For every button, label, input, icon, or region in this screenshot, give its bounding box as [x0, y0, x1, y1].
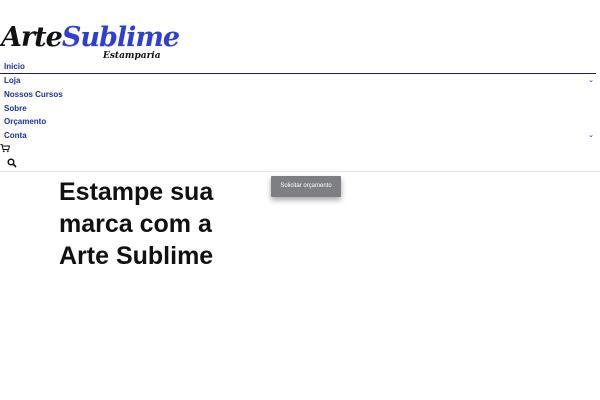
hero-title-line: Estampe sua	[59, 178, 214, 206]
request-quote-button[interactable]: Solicitar orçamento	[271, 176, 341, 197]
nav-item-label[interactable]: Loja	[4, 75, 20, 87]
hero-title: Estampe sua marca com a Arte Sublime	[59, 176, 259, 272]
nav-item-nossos-cursos[interactable]: Nossos Cursos	[0, 89, 600, 103]
hero-title-line: Arte Sublime	[59, 242, 214, 270]
nav-item-label[interactable]: Orçamento	[4, 116, 46, 128]
search-icon[interactable]	[7, 158, 17, 168]
nav-item-inicio[interactable]: Inicio	[0, 61, 600, 75]
chevron-down-icon[interactable]: ⌄	[588, 132, 594, 140]
nav-item-sobre[interactable]: Sobre	[0, 103, 600, 117]
nav-item-orcamento[interactable]: Orçamento	[0, 116, 600, 130]
nav-item-label[interactable]: Sobre	[4, 103, 27, 115]
site-logo[interactable]: ArteSublime Estamparia	[0, 22, 180, 64]
nav-item-label[interactable]: Nossos Cursos	[4, 89, 63, 101]
cart-icon[interactable]	[0, 143, 10, 153]
nav-item-label[interactable]: Conta	[4, 130, 27, 142]
chevron-down-icon[interactable]: ⌄	[588, 77, 594, 85]
nav-item-conta[interactable]: Conta ⌄	[0, 130, 600, 144]
nav-item-label[interactable]: Inicio	[4, 61, 25, 73]
logo-wordmark: ArteSublime	[1, 22, 180, 53]
logo-word-arte: Arte	[1, 22, 63, 53]
logo-word-sublime: Sublime	[61, 22, 180, 53]
nav-item-loja[interactable]: Loja ⌄	[0, 75, 600, 89]
header-divider-bottom	[0, 171, 600, 172]
hero-title-line: marca com a	[59, 210, 212, 238]
logo-subtitle: Estamparia	[103, 51, 161, 61]
